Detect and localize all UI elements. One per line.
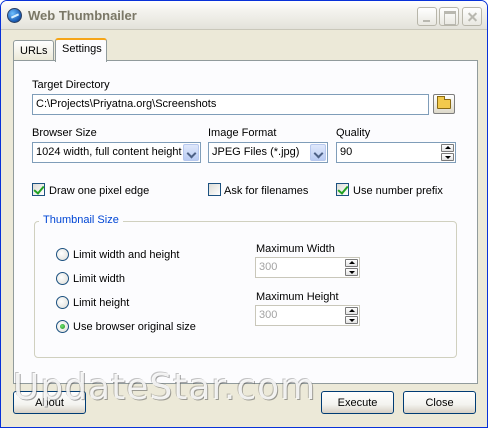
- thumbnail-size-legend: Thumbnail Size: [39, 214, 123, 226]
- thumbnail-size-group: [34, 221, 457, 358]
- spin-down-icon[interactable]: [345, 268, 358, 276]
- limit-height-label: Limit height: [73, 297, 130, 309]
- close-window-button[interactable]: [462, 7, 482, 26]
- spin-down-icon[interactable]: [345, 316, 358, 324]
- quality-stepper[interactable]: 90: [336, 142, 456, 163]
- open-folder-icon: [437, 96, 451, 109]
- limit-width-height-radio[interactable]: [56, 248, 69, 261]
- about-button[interactable]: About: [13, 391, 86, 414]
- draw-edge-checkbox[interactable]: [32, 183, 45, 196]
- spin-up-icon[interactable]: [345, 259, 358, 267]
- max-width-stepper[interactable]: 300: [255, 257, 360, 278]
- window-title: Web Thumbnailer: [28, 8, 137, 23]
- max-height-label: Maximum Height: [256, 291, 339, 303]
- tab-settings-label: Settings: [62, 43, 102, 55]
- spin-up-icon[interactable]: [345, 307, 358, 315]
- max-width-spinner[interactable]: [345, 259, 358, 276]
- ask-filenames-checkbox[interactable]: [208, 183, 221, 196]
- tab-urls[interactable]: URLs: [13, 40, 54, 60]
- tab-settings[interactable]: Settings: [55, 38, 107, 62]
- spin-up-icon[interactable]: [441, 144, 454, 152]
- image-format-select[interactable]: JPEG Files (*.jpg): [208, 142, 328, 163]
- quality-value: 90: [340, 146, 353, 158]
- browser-size-value: 1024 width, full content height: [36, 146, 182, 158]
- target-directory-input[interactable]: C:\Projects\Priyatna.org\Screenshots: [32, 94, 429, 115]
- tab-urls-label: URLs: [20, 45, 48, 57]
- browse-folder-button[interactable]: [433, 94, 455, 114]
- limit-width-label: Limit width: [73, 273, 125, 285]
- draw-edge-label: Draw one pixel edge: [49, 185, 150, 197]
- number-prefix-checkbox[interactable]: [336, 183, 349, 196]
- chevron-down-icon[interactable]: [310, 144, 326, 161]
- max-width-value: 300: [259, 261, 278, 273]
- max-height-value: 300: [259, 309, 278, 321]
- limit-width-height-label: Limit width and height: [73, 249, 180, 261]
- chevron-down-icon[interactable]: [183, 144, 199, 161]
- close-button[interactable]: Close: [403, 391, 476, 414]
- max-height-stepper[interactable]: 300: [255, 305, 360, 326]
- image-format-label: Image Format: [208, 127, 277, 139]
- browser-size-label: Browser Size: [32, 127, 97, 139]
- max-height-spinner[interactable]: [345, 307, 358, 324]
- spin-down-icon[interactable]: [441, 153, 454, 161]
- image-format-value: JPEG Files (*.jpg): [212, 146, 300, 158]
- target-directory-label: Target Directory: [32, 79, 110, 91]
- quality-label: Quality: [336, 127, 371, 139]
- title-bar[interactable]: Web Thumbnailer: [1, 1, 487, 30]
- original-size-label: Use browser original size: [73, 321, 196, 333]
- original-size-radio[interactable]: [56, 320, 69, 333]
- number-prefix-label: Use number prefix: [353, 185, 443, 197]
- limit-width-radio[interactable]: [56, 272, 69, 285]
- max-width-label: Maximum Width: [256, 243, 335, 255]
- quality-spinner[interactable]: [441, 144, 454, 161]
- browser-size-select[interactable]: 1024 width, full content height: [32, 142, 201, 163]
- limit-height-radio[interactable]: [56, 296, 69, 309]
- minimize-button[interactable]: [417, 7, 437, 26]
- globe-icon: [7, 8, 22, 23]
- app-window: Web Thumbnailer URLs Settings Target Dir…: [0, 0, 488, 428]
- execute-button[interactable]: Execute: [321, 391, 394, 414]
- maximize-button[interactable]: [439, 7, 459, 26]
- ask-filenames-label: Ask for filenames: [224, 185, 309, 197]
